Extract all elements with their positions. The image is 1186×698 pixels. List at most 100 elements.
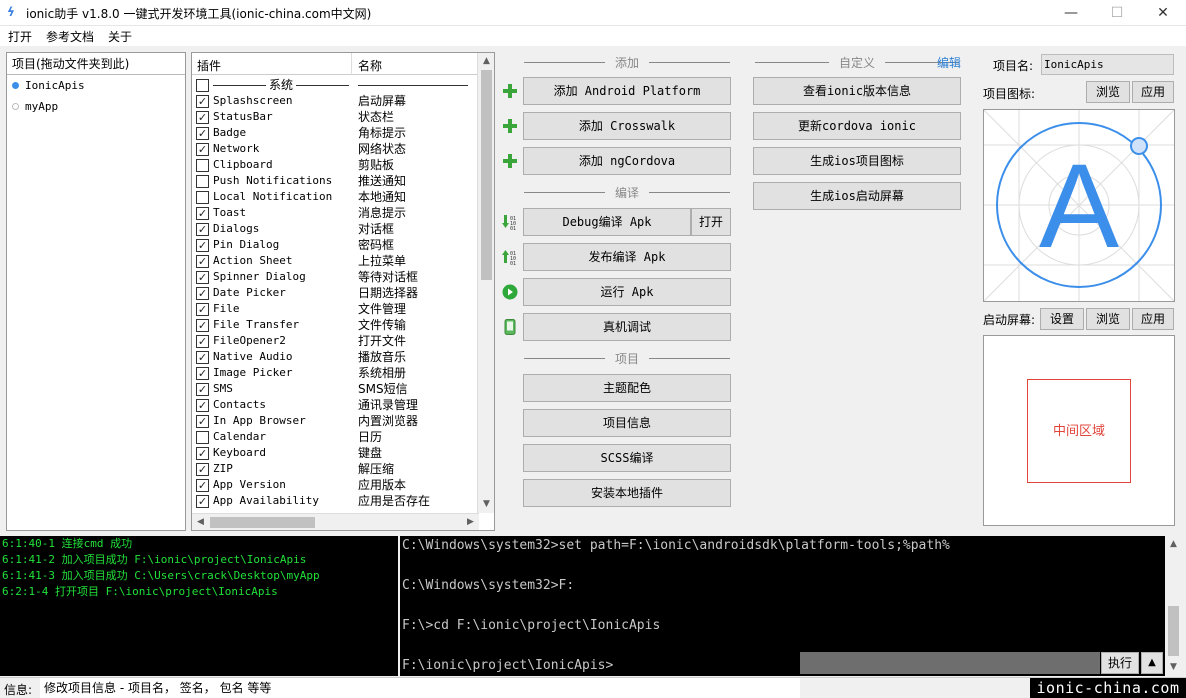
plugin-group-row[interactable]: 系统: [192, 77, 478, 93]
plugin-row[interactable]: ✓ StatusBar 状态栏: [192, 109, 478, 125]
plugin-row[interactable]: ✓ Spinner Dialog 等待对话框: [192, 269, 478, 285]
edit-custom-link[interactable]: 编辑: [937, 54, 961, 71]
scroll-up-icon[interactable]: ▲: [478, 53, 494, 70]
plugin-row[interactable]: ✓ Toast 消息提示: [192, 205, 478, 221]
plugin-row[interactable]: ✓ Native Audio 播放音乐: [192, 349, 478, 365]
checkbox-checked[interactable]: ✓: [196, 335, 209, 348]
plugin-row[interactable]: Push Notifications 推送通知: [192, 173, 478, 189]
checkbox-unchecked[interactable]: [196, 431, 209, 444]
minimize-button[interactable]: —: [1048, 0, 1094, 26]
command-input[interactable]: [800, 652, 1100, 674]
theme-color-button[interactable]: 主题配色: [523, 374, 731, 402]
checkbox-checked[interactable]: ✓: [196, 271, 209, 284]
checkbox-checked[interactable]: ✓: [196, 319, 209, 332]
scroll-down-icon[interactable]: ▼: [1165, 659, 1182, 676]
scroll-left-icon[interactable]: ◀: [192, 514, 209, 530]
checkbox-checked[interactable]: ✓: [196, 143, 209, 156]
checkbox-checked[interactable]: ✓: [196, 479, 209, 492]
scroll-thumb[interactable]: [481, 70, 492, 280]
plugin-horizontal-scrollbar[interactable]: ◀ ▶: [192, 513, 479, 530]
plugin-row[interactable]: ✓ Badge 角标提示: [192, 125, 478, 141]
release-compile-apk-button[interactable]: 发布编译 Apk: [523, 243, 731, 271]
checkbox-checked[interactable]: ✓: [196, 223, 209, 236]
project-list-panel[interactable]: 项目(拖动文件夹到此) IonicApis myApp: [6, 52, 186, 531]
open-apk-button[interactable]: 打开: [691, 208, 731, 236]
install-local-plugin-button[interactable]: 安装本地插件: [523, 479, 731, 507]
scroll-thumb[interactable]: [1168, 606, 1179, 656]
plugin-row[interactable]: ✓ Date Picker 日期选择器: [192, 285, 478, 301]
generate-ios-splash-button[interactable]: 生成ios启动屏幕: [753, 182, 961, 210]
plugin-row[interactable]: Local Notification 本地通知: [192, 189, 478, 205]
checkbox-checked[interactable]: ✓: [196, 447, 209, 460]
column-separator[interactable]: [351, 53, 352, 75]
checkbox-checked[interactable]: ✓: [196, 287, 209, 300]
plugin-row[interactable]: ✓ ZIP 解压缩: [192, 461, 478, 477]
project-item-myapp[interactable]: myApp: [7, 96, 185, 117]
plugin-row[interactable]: ✓ App Version 应用版本: [192, 477, 478, 493]
checkbox-checked[interactable]: ✓: [196, 495, 209, 508]
execute-button[interactable]: 执行: [1101, 652, 1139, 674]
menu-open[interactable]: 打开: [8, 28, 32, 45]
update-cordova-ionic-button[interactable]: 更新cordova ionic: [753, 112, 961, 140]
brand-link[interactable]: ionic-china.com: [1030, 678, 1186, 698]
checkbox-checked[interactable]: ✓: [196, 255, 209, 268]
browse-splash-button[interactable]: 浏览: [1086, 308, 1130, 330]
splash-screen-preview[interactable]: 中间区域: [983, 335, 1175, 526]
checkbox-checked[interactable]: ✓: [196, 207, 209, 220]
project-info-button[interactable]: 项目信息: [523, 409, 731, 437]
checkbox-checked[interactable]: ✓: [196, 127, 209, 140]
checkbox-unchecked[interactable]: [196, 191, 209, 204]
add-crosswalk-button[interactable]: 添加 Crosswalk: [523, 112, 731, 140]
menu-about[interactable]: 关于: [108, 28, 132, 45]
plugin-row[interactable]: Calendar 日历: [192, 429, 478, 445]
plugin-row[interactable]: ✓ Splashscreen 启动屏幕: [192, 93, 478, 109]
plugin-row[interactable]: ✓ App Availability 应用是否存在: [192, 493, 478, 509]
plugin-row[interactable]: ✓ Action Sheet 上拉菜单: [192, 253, 478, 269]
plugin-row[interactable]: ✓ File Transfer 文件传输: [192, 317, 478, 333]
scroll-down-icon[interactable]: ▼: [478, 496, 494, 513]
checkbox-checked[interactable]: ✓: [196, 303, 209, 316]
plugin-row[interactable]: ✓ Contacts 通讯录管理: [192, 397, 478, 413]
scroll-right-icon[interactable]: ▶: [462, 514, 479, 530]
menu-reference-docs[interactable]: 参考文档: [46, 28, 94, 45]
apply-icon-button[interactable]: 应用: [1132, 81, 1174, 103]
maximize-button[interactable]: ☐: [1094, 0, 1140, 26]
checkbox-checked[interactable]: ✓: [196, 463, 209, 476]
checkbox-checked[interactable]: ✓: [196, 383, 209, 396]
set-splash-button[interactable]: 设置: [1040, 308, 1084, 330]
plugin-row[interactable]: ✓ File 文件管理: [192, 301, 478, 317]
device-debug-button[interactable]: 真机调试: [523, 313, 731, 341]
add-android-platform-button[interactable]: 添加 Android Platform: [523, 77, 731, 105]
plugin-row[interactable]: ✓ Pin Dialog 密码框: [192, 237, 478, 253]
column-header-name[interactable]: 名称: [358, 57, 382, 74]
column-header-plugin[interactable]: 插件: [197, 57, 221, 74]
apply-splash-button[interactable]: 应用: [1132, 308, 1174, 330]
plugin-row[interactable]: ✓ SMS SMS短信: [192, 381, 478, 397]
checkbox-checked[interactable]: ✓: [196, 399, 209, 412]
checkbox-unchecked[interactable]: [196, 79, 209, 92]
scroll-up-icon[interactable]: ▲: [1165, 536, 1182, 553]
plugin-row[interactable]: Clipboard 剪贴板: [192, 157, 478, 173]
checkbox-checked[interactable]: ✓: [196, 367, 209, 380]
checkbox-checked[interactable]: ✓: [196, 351, 209, 364]
checkbox-checked[interactable]: ✓: [196, 239, 209, 252]
checkbox-checked[interactable]: ✓: [196, 95, 209, 108]
add-ngcordova-button[interactable]: 添加 ngCordova: [523, 147, 731, 175]
browse-icon-button[interactable]: 浏览: [1086, 81, 1130, 103]
checkbox-checked[interactable]: ✓: [196, 111, 209, 124]
close-button[interactable]: ✕: [1140, 0, 1186, 26]
plugin-row[interactable]: ✓ Image Picker 系统相册: [192, 365, 478, 381]
scroll-thumb[interactable]: [210, 517, 315, 528]
project-name-input[interactable]: IonicApis: [1041, 54, 1174, 75]
project-item-ionicapis[interactable]: IonicApis: [7, 75, 185, 96]
plugin-row[interactable]: ✓ In App Browser 内置浏览器: [192, 413, 478, 429]
view-ionic-version-button[interactable]: 查看ionic版本信息: [753, 77, 961, 105]
console-scrollbar[interactable]: ▲ ▼: [1165, 536, 1182, 676]
debug-compile-apk-button[interactable]: Debug编译 Apk: [523, 208, 691, 236]
plugin-row[interactable]: ✓ Dialogs 对话框: [192, 221, 478, 237]
history-up-button[interactable]: ▲: [1141, 652, 1163, 674]
generate-ios-icon-button[interactable]: 生成ios项目图标: [753, 147, 961, 175]
checkbox-unchecked[interactable]: [196, 159, 209, 172]
checkbox-unchecked[interactable]: [196, 175, 209, 188]
project-icon-preview[interactable]: A: [983, 109, 1175, 302]
